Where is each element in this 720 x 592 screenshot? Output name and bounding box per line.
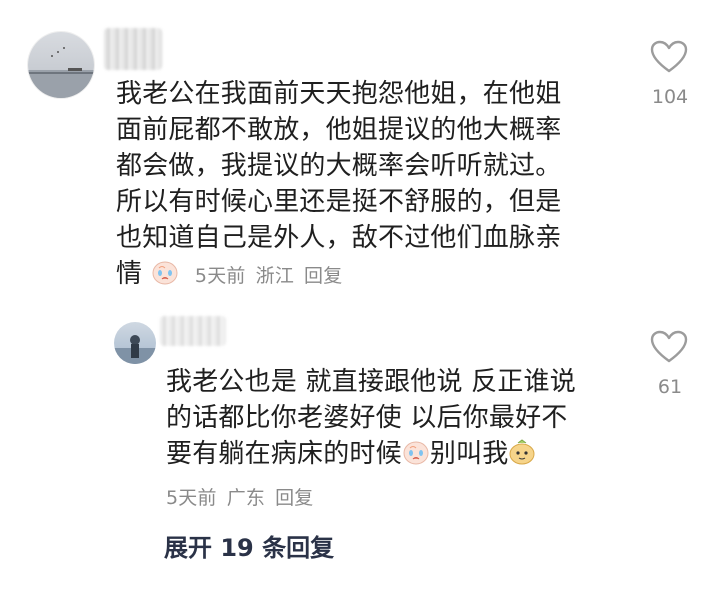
commenter-avatar[interactable] — [28, 32, 94, 98]
expand-replies-button[interactable]: 展开 19 条回复 — [164, 528, 334, 563]
reply-like-button[interactable] — [650, 330, 688, 368]
comment-line: 面前屁都不敢放，他姐提议的他大概率 — [116, 115, 562, 145]
reply-meta: 5天前 广东 回复 — [166, 478, 576, 516]
comment-line: 所以有时候心里还是挺不舒服的，但是 — [116, 187, 562, 217]
reply-reply-button[interactable]: 回复 — [275, 487, 313, 509]
commenter-name-blurred[interactable] — [104, 28, 162, 70]
crying-emoji-icon — [151, 258, 179, 286]
comment-like-count: 104 — [651, 86, 689, 108]
reply-like-count: 61 — [657, 376, 683, 398]
replier-avatar[interactable] — [114, 322, 156, 364]
comment-like-button[interactable] — [650, 40, 688, 78]
heart-outline-icon[interactable] — [650, 330, 688, 364]
comment-text: 我老公在我面前天天抱怨他姐，在他姐 面前屁都不敢放，他姐提议的他大概率 都会做，… — [116, 76, 561, 294]
replier-name-blurred[interactable] — [160, 316, 226, 346]
comment-line: 都会做，我提议的大概率会听听就过。 — [116, 151, 562, 181]
reply-line: 别叫我 — [429, 439, 509, 469]
comment-line: 也知道自己是外人，敌不过他们血脉亲 — [116, 223, 562, 253]
comment-reply-button[interactable]: 回复 — [304, 265, 342, 287]
crying-emoji-icon — [402, 438, 430, 466]
comment-line: 情 — [116, 259, 143, 289]
reply-line: 的话都比你老婆好使 以后你最好不 — [166, 403, 568, 433]
reply-line: 我老公也是 就直接跟他说 反正谁说 — [166, 367, 576, 397]
reply-line-with-emoji: 要有躺在病床的时候 别叫我 — [166, 436, 576, 472]
reply-meta-text: 5天前 广东 回复 — [166, 487, 324, 509]
comment-line: 我老公在我面前天天抱怨他姐，在他姐 — [116, 79, 562, 109]
comment-meta: 5天前 浙江 回复 — [151, 261, 353, 287]
comment-time: 5天前 — [194, 265, 246, 287]
comment-location: 浙江 — [255, 265, 295, 287]
reply-location: 广东 — [226, 487, 266, 509]
reply-line: 要有躺在病床的时候 — [166, 439, 402, 469]
heart-outline-icon[interactable] — [650, 40, 688, 74]
comment-last-line: 情 5天前 浙江 回复 — [116, 256, 561, 294]
smug-emoji-icon — [508, 438, 536, 466]
reply-time: 5天前 — [166, 487, 217, 509]
reply-text: 我老公也是 就直接跟他说 反正谁说 的话都比你老婆好使 以后你最好不 要有躺在病… — [166, 364, 576, 516]
